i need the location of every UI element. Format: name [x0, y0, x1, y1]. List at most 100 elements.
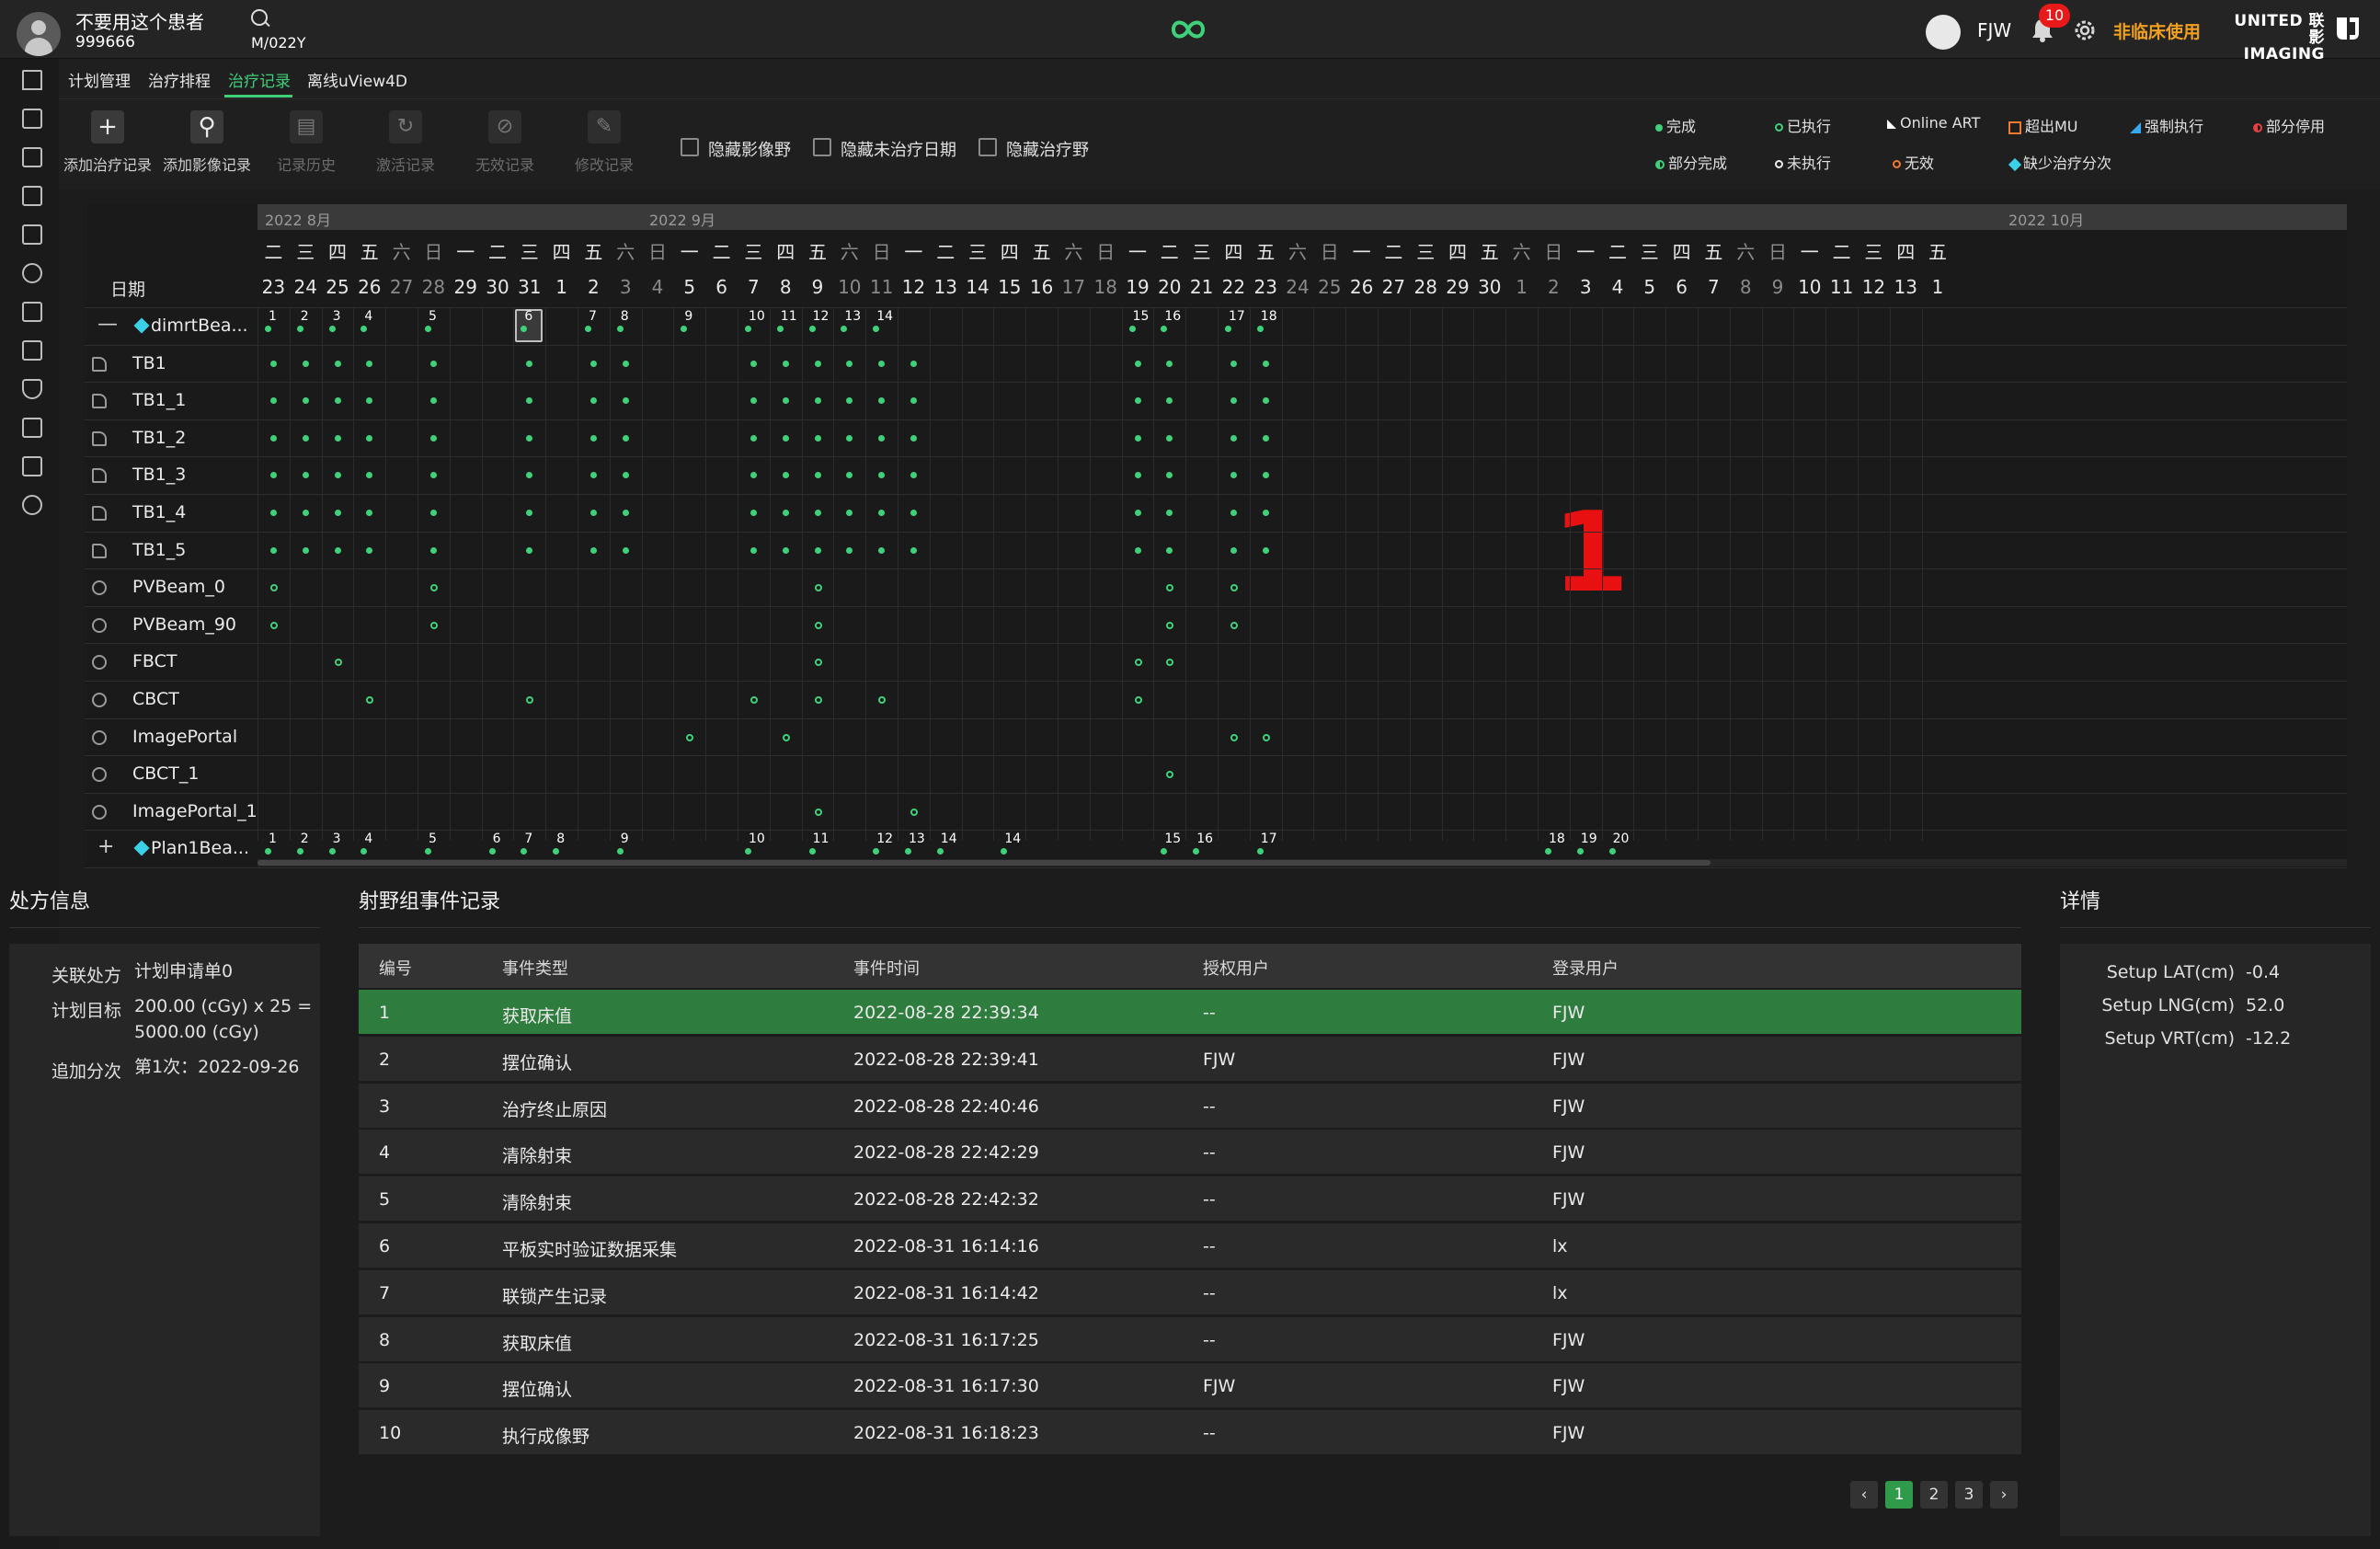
day-number-label[interactable]: 29: [1442, 276, 1474, 298]
table-row[interactable]: 3 治疗终止原因 2022-08-28 22:40:46 -- FJW: [359, 1083, 2021, 1130]
fraction-status-dot[interactable]: [360, 326, 368, 332]
day-number-label[interactable]: 10: [833, 276, 865, 298]
calendar-edit-icon[interactable]: [22, 224, 42, 245]
completed-dot[interactable]: [334, 360, 341, 367]
executed-dot[interactable]: [1166, 621, 1174, 629]
hide-treatment-fields-checkbox[interactable]: 隐藏治疗野: [978, 136, 1116, 160]
day-number-label[interactable]: 14: [962, 276, 994, 298]
day-number-label[interactable]: 7: [738, 276, 770, 298]
completed-dot[interactable]: [782, 434, 789, 442]
executed-dot[interactable]: [878, 696, 887, 704]
day-number-label[interactable]: 15: [993, 276, 1025, 298]
executed-dot[interactable]: [782, 733, 790, 741]
completed-dot[interactable]: [622, 472, 629, 479]
completed-dot[interactable]: [1230, 472, 1237, 479]
table-row[interactable]: 10 执行成像野 2022-08-31 16:18:23 -- FJW: [359, 1410, 2021, 1457]
fraction-status-dot[interactable]: [1193, 848, 1200, 855]
day-number-label[interactable]: 9: [802, 276, 834, 298]
completed-dot[interactable]: [430, 360, 437, 367]
executed-dot[interactable]: [270, 584, 278, 592]
fraction-status-dot[interactable]: [745, 326, 751, 332]
executed-dot[interactable]: [910, 808, 918, 816]
completed-dot[interactable]: [334, 546, 341, 554]
beam-name[interactable]: TB1_2: [132, 428, 186, 448]
fraction-status-dot[interactable]: [1161, 326, 1168, 332]
table-row[interactable]: 6 平板实时验证数据采集 2022-08-31 16:14:16 -- lx: [359, 1223, 2021, 1269]
completed-dot[interactable]: [910, 434, 917, 442]
executed-dot[interactable]: [750, 696, 758, 704]
completed-dot[interactable]: [910, 510, 917, 516]
day-number-label[interactable]: 18: [1090, 276, 1122, 298]
tab-treatment-records[interactable]: 治疗记录: [228, 68, 291, 91]
fraction-status-dot[interactable]: [808, 848, 816, 855]
completed-dot[interactable]: [302, 360, 309, 367]
completed-dot[interactable]: [1262, 434, 1269, 442]
fraction-status-dot[interactable]: [521, 848, 528, 855]
table-row[interactable]: 5 清除射束 2022-08-28 22:42:32 -- FJW: [359, 1176, 2021, 1223]
fraction-status-dot[interactable]: [296, 848, 303, 855]
fraction-status-dot[interactable]: [296, 326, 303, 332]
completed-dot[interactable]: [846, 360, 853, 367]
completed-dot[interactable]: [302, 472, 309, 479]
headset-icon[interactable]: [22, 263, 42, 283]
completed-dot[interactable]: [334, 434, 341, 442]
fraction-status-dot[interactable]: [488, 848, 496, 855]
fraction-status-dot[interactable]: [553, 848, 560, 855]
checkbox-box[interactable]: [681, 138, 699, 156]
day-number-label[interactable]: 30: [1473, 276, 1505, 298]
executed-dot[interactable]: [366, 696, 374, 704]
next-page-button[interactable]: ›: [1990, 1481, 2018, 1509]
fraction-status-dot[interactable]: [873, 326, 880, 332]
fraction-status-dot[interactable]: [1608, 848, 1616, 855]
completed-dot[interactable]: [590, 360, 597, 367]
completed-dot[interactable]: [750, 510, 757, 516]
table-row[interactable]: 1 获取床值 2022-08-28 22:39:34 -- FJW: [359, 990, 2021, 1036]
completed-dot[interactable]: [526, 434, 533, 442]
executed-dot[interactable]: [814, 808, 822, 816]
fraction-status-dot[interactable]: [1128, 326, 1136, 332]
day-number-label[interactable]: 23: [1250, 276, 1282, 298]
checkbox-box[interactable]: [978, 138, 997, 156]
fraction-status-dot[interactable]: [1161, 848, 1168, 855]
completed-dot[interactable]: [334, 472, 341, 479]
completed-dot[interactable]: [846, 546, 853, 554]
beam-group-name[interactable]: Plan1Bea...: [151, 838, 249, 858]
column-header[interactable]: 事件类型: [502, 956, 568, 980]
completed-dot[interactable]: [430, 472, 437, 479]
day-number-label[interactable]: 4: [642, 276, 674, 298]
completed-dot[interactable]: [526, 546, 533, 554]
executed-dot[interactable]: [814, 659, 822, 667]
completed-dot[interactable]: [622, 397, 629, 405]
chart-icon[interactable]: [22, 302, 42, 322]
column-header[interactable]: 授权用户: [1203, 956, 1269, 980]
day-number-label[interactable]: 1: [545, 276, 578, 298]
completed-dot[interactable]: [590, 434, 597, 442]
beam-name[interactable]: ImagePortal: [132, 727, 237, 747]
fraction-status-dot[interactable]: [745, 848, 751, 855]
completed-dot[interactable]: [1134, 510, 1141, 516]
beam-name[interactable]: TB1_3: [132, 465, 186, 485]
fraction-status-dot[interactable]: [585, 326, 591, 332]
clipboard-icon[interactable]: [22, 147, 42, 167]
command-icon[interactable]: [22, 495, 42, 515]
completed-dot[interactable]: [846, 434, 853, 442]
completed-dot[interactable]: [814, 360, 821, 367]
tab-offline-uview4d[interactable]: 离线uView4D: [307, 68, 407, 91]
day-number-label[interactable]: 12: [1858, 276, 1890, 298]
completed-dot[interactable]: [1262, 510, 1269, 516]
completed-dot[interactable]: [430, 434, 437, 442]
scrollbar-thumb[interactable]: [257, 860, 1711, 866]
executed-dot[interactable]: [1134, 659, 1142, 667]
day-number-label[interactable]: 22: [1218, 276, 1250, 298]
day-number-label[interactable]: 25: [1313, 276, 1345, 298]
executed-dot[interactable]: [1230, 584, 1238, 592]
completed-dot[interactable]: [270, 434, 277, 442]
day-number-label[interactable]: 27: [1378, 276, 1410, 298]
activate-record-button[interactable]: ↻ 激活记录: [357, 110, 454, 175]
day-number-label[interactable]: 2: [1538, 276, 1570, 298]
day-number-label[interactable]: 24: [1282, 276, 1314, 298]
executed-dot[interactable]: [686, 733, 694, 741]
completed-dot[interactable]: [782, 360, 789, 367]
report-icon[interactable]: [22, 186, 42, 206]
completed-dot[interactable]: [782, 546, 789, 554]
